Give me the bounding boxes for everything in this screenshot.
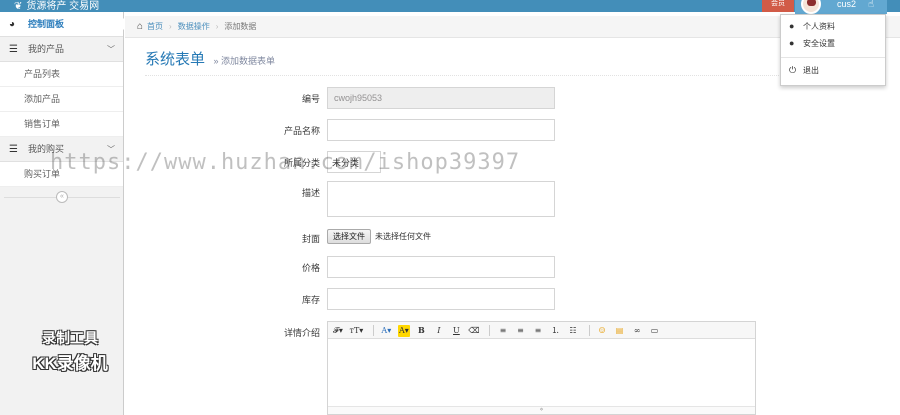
breadcrumb-separator: ›: [215, 22, 219, 31]
page-subtitle: » 添加数据表单: [213, 56, 276, 66]
cover-label: 封面: [301, 234, 320, 244]
form-row-stock: 库存: [220, 288, 780, 312]
menu-divider: [781, 57, 885, 58]
member-badge[interactable]: 会员: [762, 0, 794, 12]
toolbar-separator: [372, 325, 374, 337]
font-family-icon[interactable]: 𝓕▾: [332, 325, 344, 337]
form-row-code: 编号: [220, 87, 780, 111]
italic-icon[interactable]: I: [433, 325, 445, 337]
code-label: 编号: [301, 94, 320, 104]
user-shield-icon: ●: [789, 38, 795, 48]
ordered-list-icon[interactable]: ⒈: [549, 325, 561, 337]
image-icon[interactable]: ▤: [614, 325, 626, 337]
list-icon: ☰: [9, 144, 18, 155]
user-icon: ●: [789, 21, 795, 31]
menu-item-label: 退出: [803, 66, 819, 75]
menu-item-label: 安全设置: [803, 39, 835, 48]
recorder-watermark-line1: 录制工具: [42, 330, 98, 346]
link-icon[interactable]: ∞: [631, 325, 643, 337]
avatar: [801, 0, 821, 14]
align-right-icon[interactable]: ≡: [532, 325, 544, 337]
product-name-input[interactable]: [327, 119, 555, 141]
unordered-list-icon[interactable]: ☷: [567, 325, 579, 337]
form-row-name: 产品名称: [220, 119, 780, 143]
bold-icon[interactable]: B: [415, 324, 427, 336]
toolbar-separator: [489, 325, 491, 337]
breadcrumb-data-ops[interactable]: 数据操作: [178, 22, 210, 31]
brand-name: 货源将产 交易网: [26, 1, 100, 12]
leaf-icon: ❦: [14, 1, 23, 12]
power-icon: ⏻: [789, 65, 797, 75]
username: cus2: [837, 0, 857, 9]
sidebar-item-dashboard[interactable]: ◕ 控制面板: [0, 12, 129, 37]
price-input[interactable]: [327, 256, 555, 278]
editor-toolbar: 𝓕▾ ᴛT▾ A▾ A▾ B I U ⌫ ≡ ≡ ≡ ⒈ ☷ ☺ ▤ ∞ ▭: [328, 322, 755, 339]
menu-item-profile[interactable]: ● 个人资料: [781, 18, 885, 35]
breadcrumb-current: 添加数据: [224, 22, 257, 31]
choose-file-button[interactable]: 选择文件: [327, 229, 371, 244]
source-code-icon[interactable]: ▭: [649, 325, 661, 337]
description-textarea[interactable]: [327, 181, 555, 217]
sidebar-subitem-product-list[interactable]: 产品列表: [0, 62, 123, 87]
eraser-icon[interactable]: ⌫: [468, 325, 480, 337]
align-left-icon[interactable]: ≡: [497, 325, 509, 337]
page-header: 系统表单 » 添加数据表单: [145, 48, 885, 76]
rich-text-editor[interactable]: 𝓕▾ ᴛT▾ A▾ A▾ B I U ⌫ ≡ ≡ ≡ ⒈ ☷ ☺ ▤ ∞ ▭ ⋄: [327, 321, 756, 415]
file-status: 未选择任何文件: [375, 232, 431, 241]
underline-icon[interactable]: U: [450, 325, 462, 337]
editor-resize-handle[interactable]: ⋄: [328, 406, 755, 414]
form-row-description: 描述: [220, 181, 780, 219]
details-label: 详情介绍: [283, 328, 320, 338]
form-row-cover: 封面 选择文件 未选择任何文件: [220, 227, 780, 251]
sidebar-item-label: 控制面板: [28, 19, 65, 29]
align-center-icon[interactable]: ≡: [514, 325, 526, 337]
sidebar-item-my-products[interactable]: ☰ 我的产品 ﹀: [0, 37, 123, 62]
sidebar-subitem-sales-orders[interactable]: 销售订单: [0, 112, 123, 137]
brand[interactable]: ❦ 货源将产 交易网: [14, 0, 99, 12]
url-watermark: https://www.huzhan.com/ishop39397: [50, 150, 521, 175]
user-dropdown-menu: ● 个人资料 ● 安全设置 ⏻ 退出: [780, 14, 886, 86]
dashboard-icon: ◕: [9, 19, 16, 30]
menu-item-logout[interactable]: ⏻ 退出: [781, 62, 885, 79]
sidebar-item-label: 我的产品: [28, 44, 65, 54]
chevron-down-icon: ﹀: [107, 45, 115, 54]
font-color-icon[interactable]: A▾: [380, 325, 392, 337]
menu-item-security[interactable]: ● 安全设置: [781, 35, 885, 52]
toolbar-separator: [588, 325, 590, 337]
highlight-color-icon[interactable]: A▾: [397, 325, 410, 337]
breadcrumb-separator: ›: [169, 22, 172, 31]
sidebar-collapse-button[interactable]: «: [56, 191, 68, 203]
page-subtitle-text: 添加数据表单: [221, 56, 276, 66]
font-size-icon[interactable]: ᴛT▾: [350, 325, 364, 337]
list-icon: ☰: [9, 44, 18, 55]
recorder-watermark-line2: KK录像机: [32, 354, 108, 373]
hand-cursor-icon: ☝: [868, 0, 875, 10]
product-name-label: 产品名称: [283, 126, 320, 136]
page-title: 系统表单: [145, 51, 206, 68]
menu-item-label: 个人资料: [803, 22, 835, 31]
emoticon-icon[interactable]: ☺: [596, 325, 608, 337]
stock-label: 库存: [301, 295, 320, 305]
user-menu-toggle[interactable]: cus2 ☝: [795, 0, 887, 14]
description-label: 描述: [301, 188, 320, 198]
top-navbar: ❦ 货源将产 交易网 会员 cus2 ☝: [0, 0, 900, 14]
home-icon: ⌂: [137, 21, 144, 32]
code-field: [327, 87, 555, 109]
stock-input[interactable]: [327, 288, 555, 310]
breadcrumb-home[interactable]: 首页: [147, 22, 163, 31]
recorder-watermark: 录制工具 KK录像机: [22, 328, 118, 374]
price-label: 价格: [301, 263, 320, 273]
sidebar-subitem-add-product[interactable]: 添加产品: [0, 87, 123, 112]
form-row-price: 价格: [220, 256, 780, 280]
